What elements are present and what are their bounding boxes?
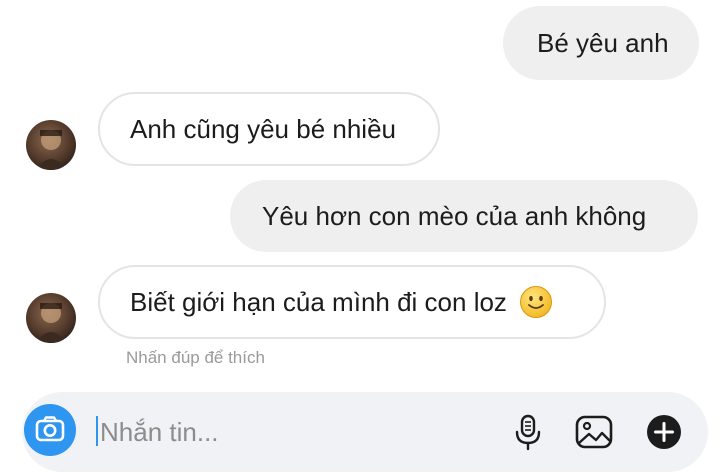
sent-message-bubble[interactable]: Bé yêu anh xyxy=(503,6,699,80)
message-text: Yêu hơn con mèo của anh không xyxy=(262,201,647,231)
message-text: Biết giới hạn của mình đi con loz xyxy=(130,287,507,317)
message-text: Bé yêu anh xyxy=(537,28,669,58)
message-input[interactable] xyxy=(98,416,480,448)
message-composer xyxy=(22,392,708,472)
microphone-button[interactable] xyxy=(506,410,550,454)
slightly-smiling-face-icon xyxy=(519,285,553,319)
microphone-icon xyxy=(515,414,541,451)
chat-thread: Bé yêu anh Anh cũng yêu bé nhiều Yêu hơn… xyxy=(0,0,720,473)
add-button[interactable] xyxy=(642,410,686,454)
received-message-bubble[interactable]: Anh cũng yêu bé nhiều xyxy=(98,92,440,166)
camera-button[interactable] xyxy=(24,404,76,456)
message-text: Anh cũng yêu bé nhiều xyxy=(130,114,396,144)
gallery-button[interactable] xyxy=(572,410,616,454)
avatar[interactable] xyxy=(26,120,76,170)
camera-icon xyxy=(35,416,65,442)
avatar[interactable] xyxy=(26,293,76,343)
plus-icon xyxy=(647,415,681,449)
sent-message-bubble[interactable]: Yêu hơn con mèo của anh không xyxy=(230,180,698,252)
received-message-bubble[interactable]: Biết giới hạn của mình đi con loz xyxy=(98,265,606,339)
double-tap-to-like-hint: Nhấn đúp để thích xyxy=(126,348,265,367)
gallery-icon xyxy=(575,415,613,449)
